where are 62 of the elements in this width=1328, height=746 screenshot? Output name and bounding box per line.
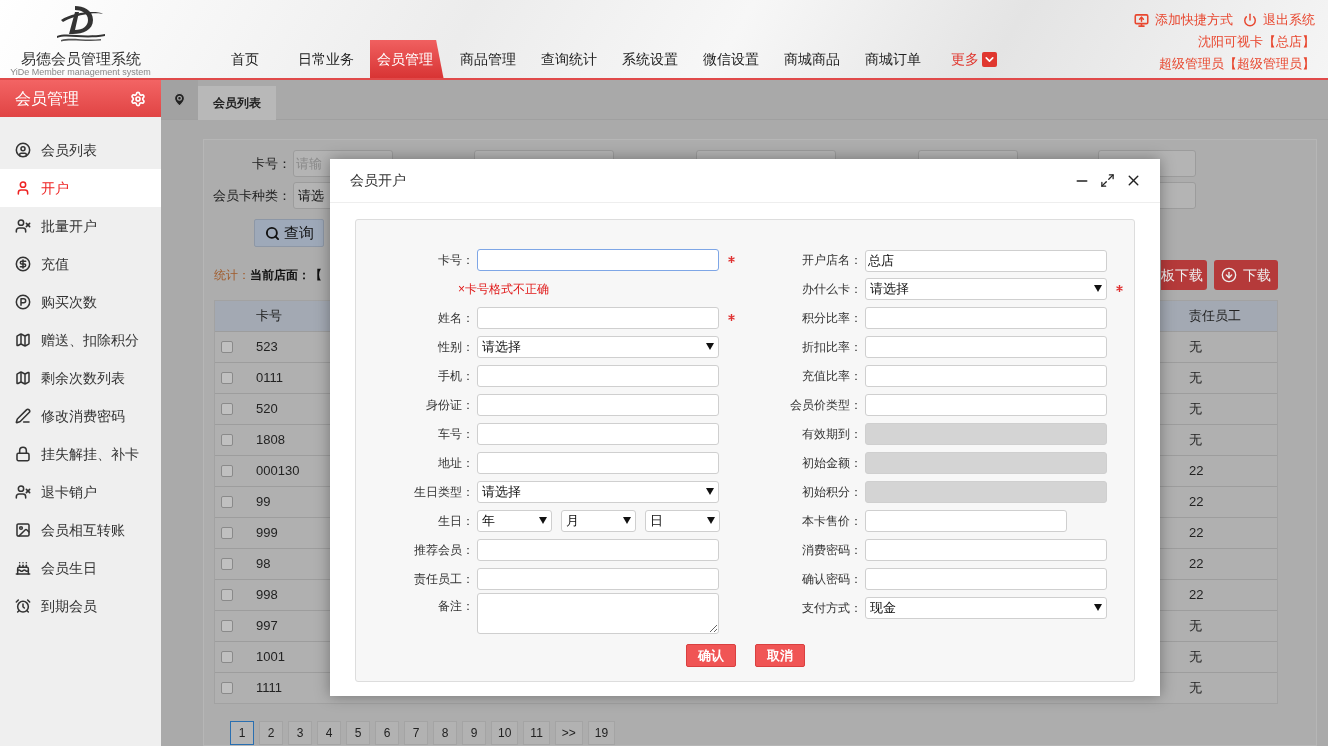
store-name: 沈阳可视卡【总店】 bbox=[1198, 34, 1315, 50]
table-cell-text: 无 bbox=[1189, 338, 1203, 357]
field-label: 责任员工： bbox=[413, 570, 474, 588]
table-cell-text: 998 bbox=[256, 586, 278, 605]
table-cell-text: 1001 bbox=[256, 648, 285, 667]
table-cell-text: 99 bbox=[256, 493, 271, 512]
field-label: 充值比率： bbox=[800, 367, 862, 385]
field-label: 会员价类型： bbox=[788, 396, 862, 414]
table-cell-text: 98 bbox=[256, 555, 271, 574]
field-label: 卡号： bbox=[437, 251, 474, 269]
table-cell-text: 520 bbox=[256, 400, 278, 419]
user-role: 超级管理员【超级管理员】 bbox=[1159, 56, 1315, 72]
logo-subtitle: YiDe Member management system bbox=[10, 67, 151, 78]
table-cell-text: 1111 bbox=[256, 679, 283, 698]
field-label: 性别： bbox=[437, 338, 474, 356]
field-label: 地址： bbox=[437, 454, 474, 472]
table-cell-text: 22 bbox=[1189, 462, 1205, 481]
table-cell-text: 无 bbox=[1189, 431, 1203, 450]
field-label: 生日类型： bbox=[413, 483, 474, 501]
table-cell-text: 22 bbox=[1189, 524, 1205, 543]
field-label: 初始积分： bbox=[800, 483, 862, 501]
field-label: 折扣比率： bbox=[800, 338, 862, 356]
table-cell-text: 1808 bbox=[256, 431, 285, 450]
field-label: 有效期到： bbox=[800, 425, 862, 443]
table-cell-text: 000130 bbox=[256, 462, 300, 481]
table-cell-text: 0111 bbox=[256, 369, 283, 388]
field-label: 消费密码： bbox=[800, 541, 862, 559]
table-cell-text: 523 bbox=[256, 338, 278, 357]
field-label: 姓名： bbox=[437, 309, 474, 327]
stats-text: 当前店面：【 bbox=[250, 267, 322, 284]
table-cell-text: 22 bbox=[1189, 586, 1205, 605]
table-cell-text: 997 bbox=[256, 617, 278, 636]
table-cell-text: 无 bbox=[1189, 617, 1203, 636]
table-cell-text: 无 bbox=[1189, 400, 1203, 419]
table-cell-text: 无 bbox=[1189, 679, 1203, 698]
field-label: 本卡售价： bbox=[800, 512, 862, 530]
error-message: ×卡号格式不正确 bbox=[458, 280, 549, 298]
field-label: 备注： bbox=[437, 598, 474, 615]
field-label: 身份证： bbox=[425, 396, 474, 414]
sidebar-title: 会员管理 bbox=[15, 88, 79, 109]
field-label: 办什么卡： bbox=[800, 280, 862, 298]
field-label: 初始金额： bbox=[800, 454, 862, 472]
dialog-title: 会员开户 bbox=[350, 171, 406, 190]
field-label: 会员卡种类： bbox=[212, 186, 291, 205]
stats-label: 统计： bbox=[214, 267, 250, 284]
table-cell-text: 无 bbox=[1189, 648, 1203, 667]
field-label: 车号： bbox=[437, 425, 474, 443]
column-header: 卡号 bbox=[256, 307, 282, 326]
field-label: 手机： bbox=[437, 367, 474, 385]
table-cell-text: 999 bbox=[256, 524, 278, 543]
field-label: 积分比率： bbox=[800, 309, 862, 327]
column-header: 责任员工 bbox=[1189, 307, 1242, 326]
field-label: 开户店名： bbox=[800, 251, 862, 269]
field-label: 确认密码： bbox=[800, 570, 862, 588]
logo-title: 易德会员管理系统 bbox=[20, 50, 141, 67]
field-label: 卡号： bbox=[251, 154, 291, 173]
table-cell-text: 无 bbox=[1189, 369, 1203, 388]
table-cell-text: 22 bbox=[1189, 493, 1205, 512]
field-label: 生日： bbox=[437, 512, 474, 530]
table-cell-text: 22 bbox=[1189, 555, 1205, 574]
field-label: 推荐会员： bbox=[413, 541, 474, 559]
field-label: 支付方式： bbox=[800, 599, 862, 617]
